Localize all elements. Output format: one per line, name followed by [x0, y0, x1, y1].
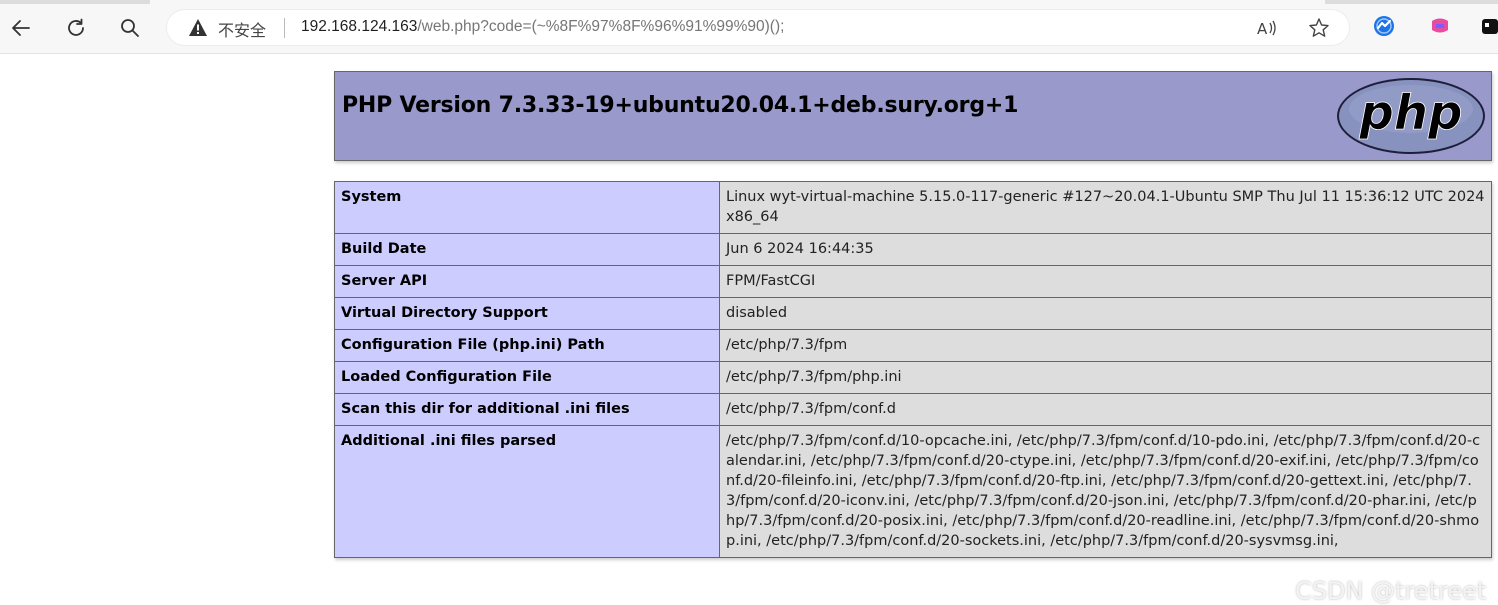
row-value: /etc/php/7.3/fpm: [719, 329, 1492, 362]
back-button[interactable]: [5, 12, 37, 44]
php-version-header: PHP Version 7.3.33-19+ubuntu20.04.1+deb.…: [334, 71, 1492, 161]
page-title: PHP Version 7.3.33-19+ubuntu20.04.1+deb.…: [342, 93, 1019, 118]
row-value: FPM/FastCGI: [719, 265, 1492, 298]
table-row: System Linux wyt-virtual-machine 5.15.0-…: [334, 181, 1492, 234]
browser-toolbar: 不安全 192.168.124.163/web.php?code=(~%8F%9…: [0, 0, 1498, 54]
extension-icon[interactable]: [1478, 15, 1498, 37]
row-value: Linux wyt-virtual-machine 5.15.0-117-gen…: [719, 181, 1492, 234]
info-table: System Linux wyt-virtual-machine 5.15.0-…: [334, 181, 1492, 558]
row-key: Scan this dir for additional .ini files: [334, 393, 720, 426]
address-bar[interactable]: 不安全 192.168.124.163/web.php?code=(~%8F%9…: [166, 9, 1350, 46]
table-row: Additional .ini files parsed /etc/php/7.…: [334, 425, 1492, 558]
table-row: Build Date Jun 6 2024 16:44:35: [334, 233, 1492, 266]
table-row: Server API FPM/FastCGI: [334, 265, 1492, 298]
read-aloud-icon[interactable]: A: [1256, 17, 1278, 39]
address-divider: [284, 18, 285, 38]
row-key: Loaded Configuration File: [334, 361, 720, 394]
security-label[interactable]: 不安全: [218, 17, 266, 41]
extension-icon[interactable]: [1373, 15, 1395, 37]
row-key: Build Date: [334, 233, 720, 266]
row-value: /etc/php/7.3/fpm/conf.d/10-opcache.ini, …: [719, 425, 1492, 558]
row-value: disabled: [719, 297, 1492, 330]
url-text[interactable]: 192.168.124.163/web.php?code=(~%8F%97%8F…: [301, 18, 784, 36]
table-row: Scan this dir for additional .ini files …: [334, 393, 1492, 426]
active-tab-edge: [150, 0, 1325, 4]
row-value: Jun 6 2024 16:44:35: [719, 233, 1492, 266]
reload-button[interactable]: [60, 12, 92, 44]
row-key: Additional .ini files parsed: [334, 425, 720, 558]
back-arrow-icon: [12, 20, 30, 36]
php-logo-icon[interactable]: php: [1335, 76, 1487, 156]
row-key: Virtual Directory Support: [334, 297, 720, 330]
url-path: /web.php?code=(~%8F%97%8F%96%91%99%90)()…: [417, 18, 785, 35]
tab-strip-edge: [0, 0, 1498, 4]
row-key: Server API: [334, 265, 720, 298]
row-value: /etc/php/7.3/fpm/php.ini: [719, 361, 1492, 394]
favorite-star-icon[interactable]: [1308, 17, 1330, 39]
row-value: /etc/php/7.3/fpm/conf.d: [719, 393, 1492, 426]
search-button[interactable]: [114, 12, 146, 44]
reload-icon: [68, 18, 84, 36]
table-row: Configuration File (php.ini) Path /etc/p…: [334, 329, 1492, 362]
url-host: 192.168.124.163: [301, 18, 418, 35]
watermark: CSDN @tretreet: [1295, 577, 1487, 605]
row-key: Configuration File (php.ini) Path: [334, 329, 720, 362]
page-content: PHP Version 7.3.33-19+ubuntu20.04.1+deb.…: [0, 54, 1498, 605]
svg-text:A: A: [1257, 20, 1268, 38]
warning-triangle-icon[interactable]: [188, 18, 208, 37]
extension-icon[interactable]: [1429, 15, 1451, 37]
table-row: Virtual Directory Support disabled: [334, 297, 1492, 330]
php-logo-text: php: [1359, 85, 1463, 141]
table-row: Loaded Configuration File /etc/php/7.3/f…: [334, 361, 1492, 394]
search-icon: [121, 19, 139, 37]
phpinfo-container: PHP Version 7.3.33-19+ubuntu20.04.1+deb.…: [334, 71, 1492, 558]
row-key: System: [334, 181, 720, 234]
